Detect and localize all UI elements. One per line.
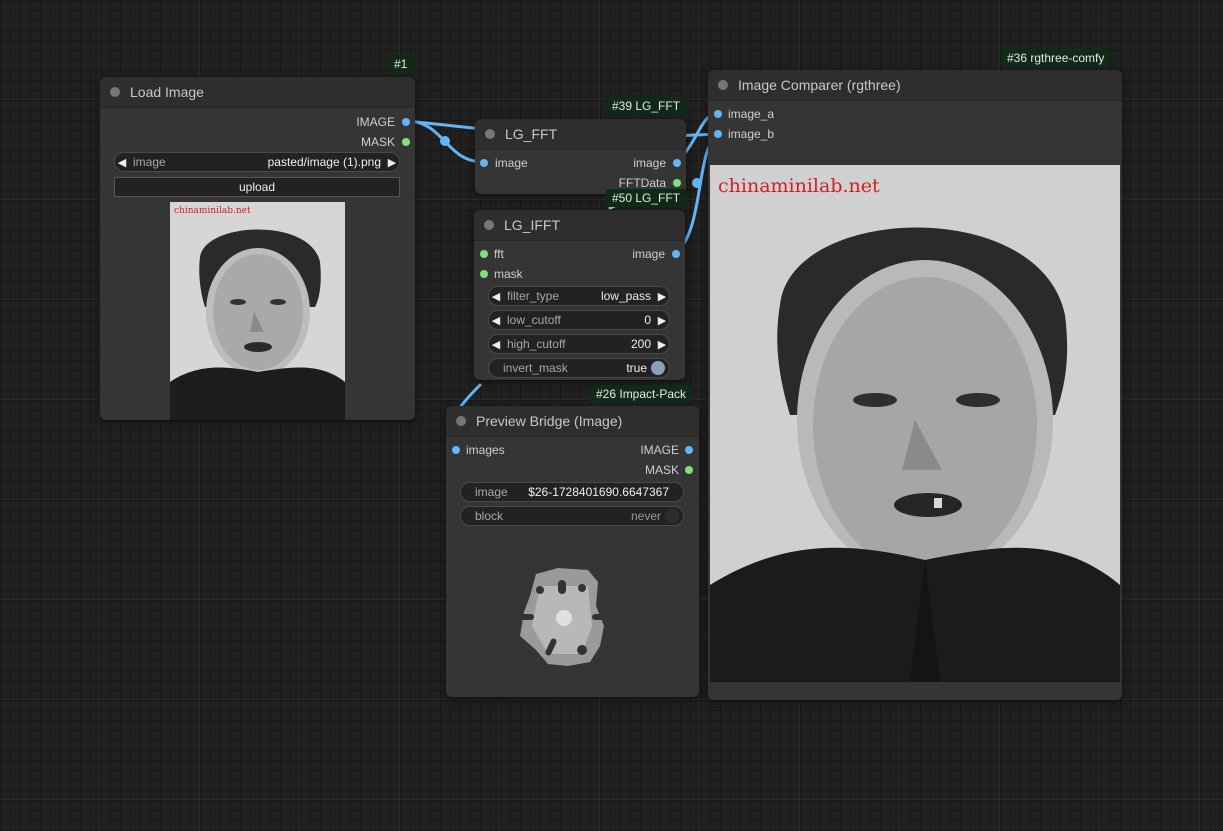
widget-label: block (475, 509, 504, 523)
preview-image-widget[interactable]: image $26-1728401690.6647367 (460, 482, 684, 502)
wire-reroute-dot (440, 136, 450, 146)
widget-label: image (475, 485, 508, 499)
image-preview: chinaminilab.net (170, 202, 345, 420)
widget-value: 200 (630, 337, 651, 351)
portrait-large (710, 165, 1120, 682)
right-arrow-icon[interactable]: ▶ (655, 338, 669, 351)
left-arrow-icon[interactable]: ◀ (489, 314, 503, 327)
node-title-bar[interactable]: Preview Bridge (Image) (446, 406, 699, 437)
watermark-text: chinaminilab.net (174, 206, 251, 216)
collapse-dot-icon[interactable] (484, 220, 494, 230)
output-socket-image[interactable] (673, 159, 681, 167)
input-socket-mask[interactable] (480, 270, 488, 278)
collapse-dot-icon[interactable] (456, 416, 466, 426)
input-label-fft: fft (494, 247, 504, 261)
collapse-dot-icon[interactable] (718, 80, 728, 90)
left-arrow-icon[interactable]: ◀ (115, 156, 129, 169)
image-select-widget[interactable]: ◀ image pasted/image (1).png ▶ (114, 152, 400, 172)
invert-mask-toggle[interactable]: invert_mask true (488, 358, 670, 378)
output-socket-image[interactable] (685, 446, 693, 454)
node-title: LG_IFFT (504, 217, 561, 233)
output-socket-image[interactable] (402, 118, 410, 126)
node-badge-preview-bridge: #26 Impact-Pack (590, 385, 693, 403)
portrait-thumbnail (170, 202, 345, 420)
upload-button[interactable]: upload (114, 177, 400, 197)
node-badge-lg-fft: #39 LG_FFT (606, 97, 687, 115)
collapse-dot-icon[interactable] (485, 129, 495, 139)
watermark-text: chinaminilab.net (718, 175, 880, 197)
output-label-mask: MASK (644, 463, 679, 477)
output-label-image: image (633, 156, 666, 170)
input-socket-fft[interactable] (480, 250, 488, 258)
output-label-mask: MASK (360, 135, 395, 149)
output-label-image: IMAGE (356, 115, 395, 129)
node-title: Preview Bridge (Image) (476, 413, 623, 429)
filter-type-widget[interactable]: ◀ filter_type low_pass ▶ (488, 286, 670, 306)
widget-value: $26-1728401690.6647367 (528, 485, 669, 499)
input-label-image: image (495, 156, 528, 170)
widget-label: invert_mask (503, 361, 568, 375)
right-arrow-icon[interactable]: ▶ (655, 290, 669, 303)
node-load-image[interactable]: Load Image IMAGE MASK ◀ image pasted/ima… (100, 77, 415, 420)
widget-label: filter_type (507, 289, 560, 303)
widget-value: true (626, 361, 647, 375)
left-arrow-icon[interactable]: ◀ (489, 338, 503, 351)
widget-value: low_pass (600, 289, 651, 303)
wire-load-to-fft (404, 119, 486, 164)
input-socket-image-b[interactable] (714, 130, 722, 138)
widget-label: high_cutoff (507, 337, 566, 351)
output-label-image: IMAGE (640, 443, 679, 457)
fft-mask-preview (520, 568, 606, 666)
toggle-knob-icon[interactable] (651, 361, 665, 375)
left-arrow-icon[interactable]: ◀ (489, 290, 503, 303)
node-lg-ifft[interactable]: LG_IFFT fft mask image ◀ filter_type low… (474, 210, 685, 380)
widget-label: image (133, 155, 166, 169)
output-socket-image[interactable] (672, 250, 680, 258)
node-title-bar[interactable]: Load Image (100, 77, 415, 108)
collapse-dot-icon[interactable] (110, 87, 120, 97)
node-title: LG_FFT (505, 126, 558, 142)
input-socket-images[interactable] (452, 446, 460, 454)
input-socket-image-a[interactable] (714, 110, 722, 118)
output-label-image: image (632, 247, 665, 261)
node-title-bar[interactable]: Image Comparer (rgthree) (708, 70, 1122, 101)
input-label-image-b: image_b (728, 127, 775, 141)
widget-label: low_cutoff (507, 313, 561, 327)
node-image-comparer[interactable]: Image Comparer (rgthree) image_a image_b… (708, 70, 1122, 700)
right-arrow-icon[interactable]: ▶ (655, 314, 669, 327)
node-title-bar[interactable]: LG_IFFT (474, 210, 685, 241)
node-badge-image-comparer: #36 rgthree-comfy (1001, 49, 1111, 67)
node-badge-load-image: #1 (388, 55, 414, 73)
output-socket-mask[interactable] (685, 466, 693, 474)
wire-reroute-dot (692, 178, 702, 188)
block-toggle[interactable]: block never (460, 506, 684, 526)
node-title-bar[interactable]: LG_FFT (475, 119, 686, 150)
widget-value: 0 (644, 313, 651, 327)
input-label-mask: mask (494, 267, 523, 281)
input-label-images: images (466, 443, 505, 457)
output-socket-mask[interactable] (402, 138, 410, 146)
low-cutoff-widget[interactable]: ◀ low_cutoff 0 ▶ (488, 310, 670, 330)
right-arrow-icon[interactable]: ▶ (385, 156, 399, 169)
input-socket-image[interactable] (480, 159, 488, 167)
node-title: Image Comparer (rgthree) (738, 77, 901, 93)
toggle-knob-icon[interactable] (665, 509, 679, 523)
comparison-image[interactable]: chinaminilab.net (710, 165, 1120, 682)
high-cutoff-widget[interactable]: ◀ high_cutoff 200 ▶ (488, 334, 670, 354)
widget-value: pasted/image (1).png (267, 155, 381, 169)
output-socket-fftdata[interactable] (673, 179, 681, 187)
node-title: Load Image (130, 84, 204, 100)
node-badge-lg-ifft: #50 LG_FFT (606, 189, 687, 207)
node-lg-fft[interactable]: LG_FFT image image FFTData (475, 119, 686, 194)
node-preview-bridge[interactable]: Preview Bridge (Image) images IMAGE MASK… (446, 406, 699, 697)
input-label-image-a: image_a (728, 107, 775, 121)
output-label-fftdata: FFTData (618, 176, 666, 190)
widget-value: never (630, 509, 661, 523)
